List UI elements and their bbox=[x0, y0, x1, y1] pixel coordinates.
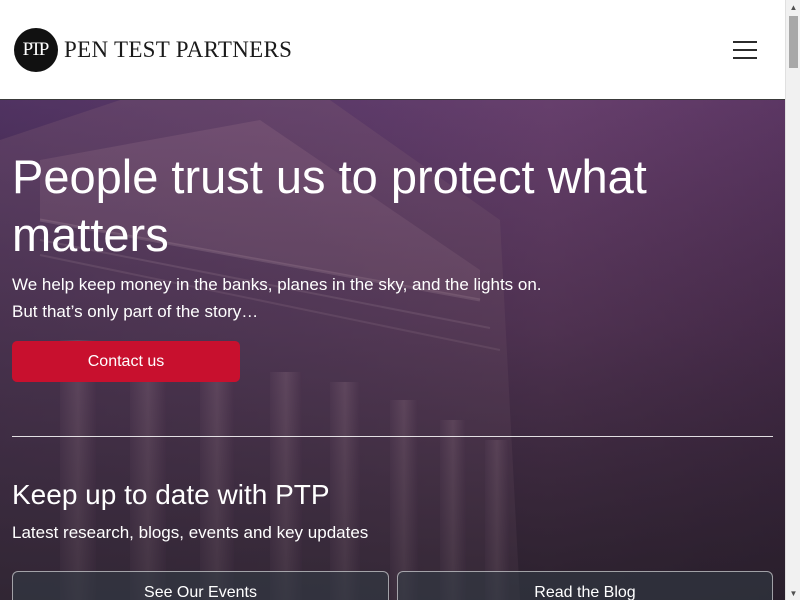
hero-title: People trust us to protect what matters bbox=[12, 150, 647, 261]
read-the-blog-button[interactable]: Read the Blog bbox=[397, 571, 773, 600]
hero-section: People trust us to protect what matters … bbox=[0, 100, 785, 600]
menu-bar bbox=[733, 41, 757, 43]
site-header: PTP PEN TEST PARTNERS bbox=[0, 0, 785, 100]
hero-lead-line-1: We help keep money in the banks, planes … bbox=[12, 275, 542, 294]
see-our-events-button[interactable]: See Our Events bbox=[12, 571, 389, 600]
page-scrollbar[interactable]: ▲ ▼ bbox=[785, 0, 800, 600]
scroll-up-arrow-icon[interactable]: ▲ bbox=[786, 0, 800, 14]
hero-lead: We help keep money in the banks, planes … bbox=[12, 271, 542, 325]
contact-us-button[interactable]: Contact us bbox=[12, 341, 240, 382]
updates-title: Keep up to date with PTP bbox=[12, 479, 330, 510]
menu-bar bbox=[733, 57, 757, 59]
page: PTP PEN TEST PARTNERS People trust us to… bbox=[0, 0, 800, 600]
scrollbar-thumb[interactable] bbox=[789, 16, 798, 68]
site-logo[interactable]: PTP PEN TEST PARTNERS bbox=[14, 28, 292, 72]
updates-subtitle: Latest research, blogs, events and key u… bbox=[12, 523, 369, 542]
section-divider bbox=[12, 436, 773, 437]
ptp-logo-icon: PTP bbox=[14, 28, 58, 72]
menu-bar bbox=[733, 49, 757, 51]
hero-lead-line-2: But that’s only part of the story… bbox=[12, 302, 259, 321]
hamburger-menu-icon[interactable] bbox=[730, 37, 760, 63]
scroll-down-arrow-icon[interactable]: ▼ bbox=[786, 586, 800, 600]
logo-wordmark: PEN TEST PARTNERS bbox=[64, 37, 293, 62]
